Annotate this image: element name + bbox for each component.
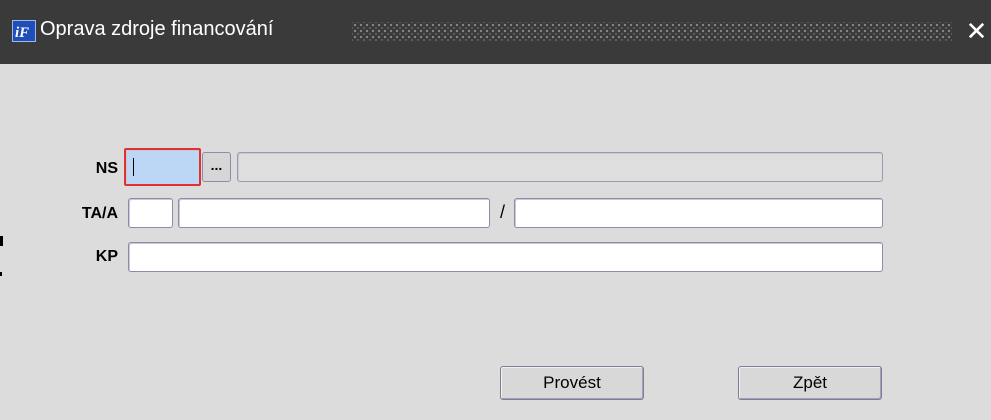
ns-code-field[interactable] <box>124 148 201 186</box>
taa-separator: / <box>500 202 506 222</box>
title-bar: iF Oprava zdroje financování ✕ <box>0 0 991 64</box>
taa-field-3[interactable] <box>514 198 883 228</box>
svg-text:iF: iF <box>15 25 29 41</box>
kp-field[interactable] <box>128 242 883 272</box>
title-bar-pattern <box>352 22 952 42</box>
ns-lov-button[interactable]: ... <box>202 152 231 182</box>
execute-button[interactable]: Provést <box>500 366 644 400</box>
text-cursor <box>133 158 134 176</box>
kp-label: KP <box>95 248 118 265</box>
taa-label: TA/A <box>81 205 118 222</box>
app-logo-icon: iF <box>12 20 36 42</box>
ns-description-field <box>237 152 883 182</box>
taa-field-1[interactable] <box>128 198 173 228</box>
close-icon[interactable]: ✕ <box>962 14 991 48</box>
edge-mark <box>0 236 3 246</box>
window-title: Oprava zdroje financování <box>40 18 274 40</box>
taa-field-2[interactable] <box>178 198 490 228</box>
ns-label: NS <box>95 160 118 177</box>
edge-mark <box>0 272 2 276</box>
back-button[interactable]: Zpět <box>738 366 882 400</box>
